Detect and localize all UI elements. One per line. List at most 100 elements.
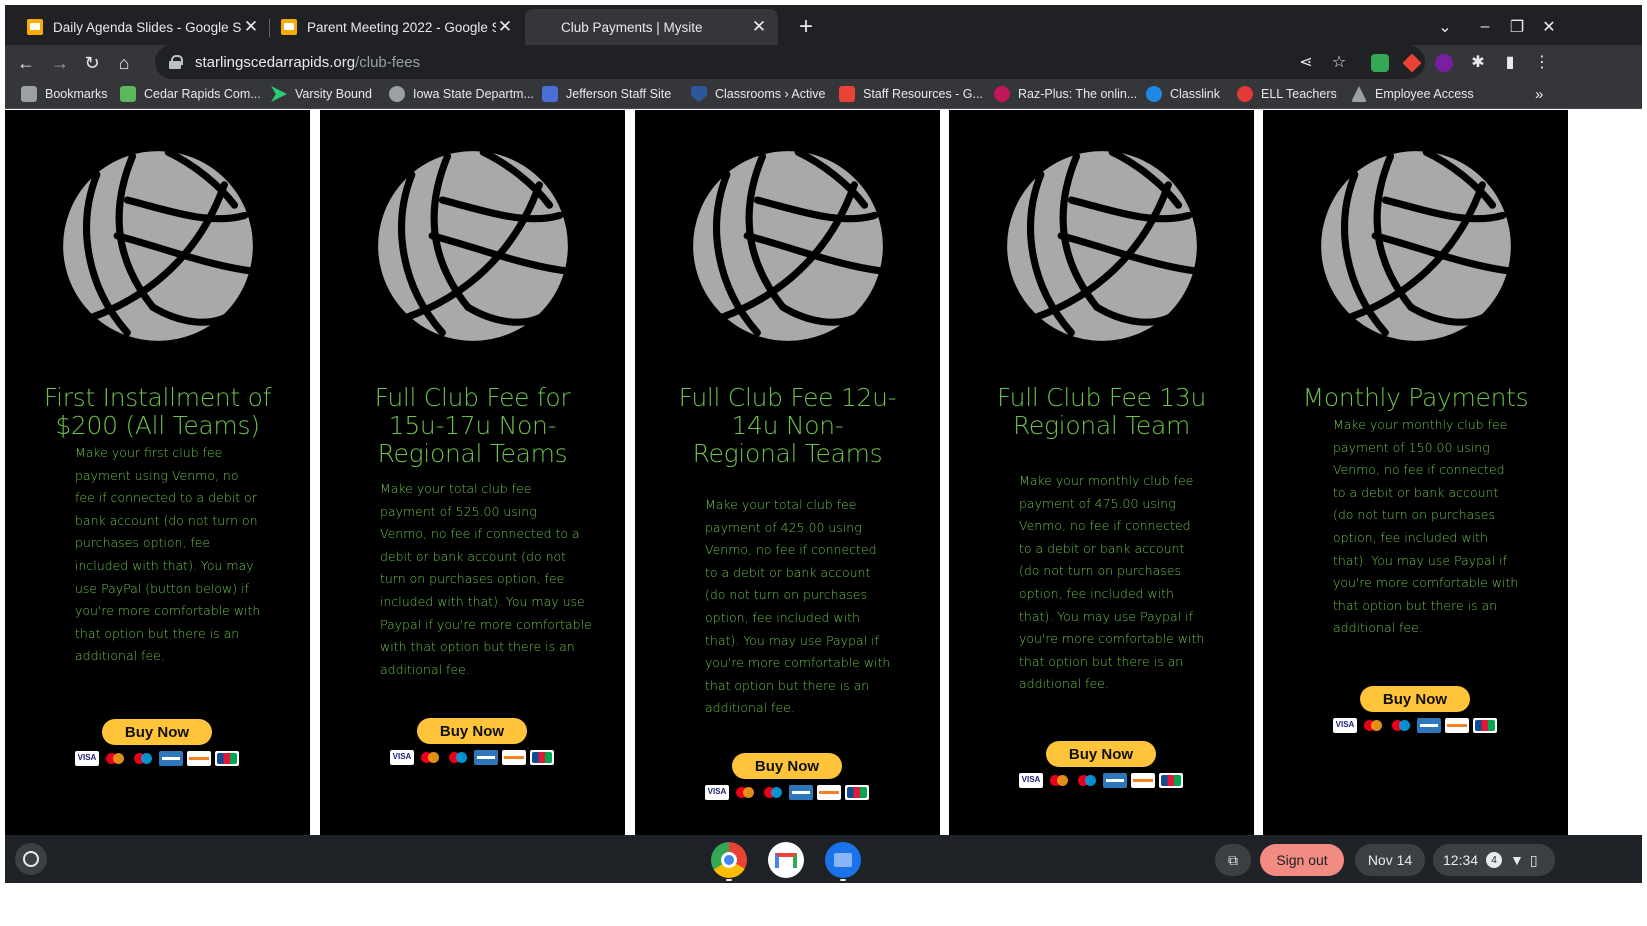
buy-now-button[interactable]: Buy Now	[1046, 741, 1156, 767]
mastercard-icon	[1361, 718, 1385, 733]
forward-icon[interactable]: →	[47, 50, 73, 76]
card-description-line: Venmo, no fee if connected	[1333, 462, 1505, 478]
buy-now-button[interactable]: Buy Now	[417, 718, 527, 744]
cedar-rapids-icon	[120, 86, 136, 102]
launcher-icon[interactable]	[15, 843, 47, 875]
fee-card: Full Club Fee for 15u-17u Non- Regional Te…	[320, 110, 625, 835]
more-bookmarks-icon[interactable]: »	[1535, 84, 1543, 104]
card-description-line: payment using Venmo, no	[75, 467, 239, 483]
extension-k-icon[interactable]	[1435, 54, 1453, 72]
bookmark-item[interactable]: Employee Access	[1351, 84, 1474, 104]
folder-icon	[21, 86, 37, 102]
card-description-line: payment of 425.00 using	[705, 519, 862, 535]
card-description-line: to a debit or bank account	[1019, 540, 1185, 556]
side-panel-icon[interactable]: ▮	[1499, 51, 1521, 73]
restore-icon[interactable]: ❐	[1502, 13, 1532, 41]
close-icon[interactable]: ✕	[242, 17, 260, 36]
card-title-line: Monthly Payments	[1302, 383, 1529, 412]
jcb-icon	[1159, 773, 1183, 788]
running-indicator	[840, 879, 846, 881]
status-tray[interactable]: 12:34 4 ▼ ▯	[1433, 844, 1555, 876]
card-description-line: additional fee.	[380, 661, 470, 677]
bookmark-item[interactable]: Cedar Rapids Com...	[120, 84, 261, 104]
bookmark-item[interactable]: Bookmarks	[21, 84, 108, 104]
card-description-line: Venmo, no fee if connected	[705, 542, 877, 558]
extensions-puzzle-icon[interactable]: ✱	[1467, 51, 1489, 73]
bookmark-item[interactable]: Iowa State Departm...	[389, 84, 534, 104]
bookmark-label: Staff Resources - G...	[863, 87, 983, 101]
tab-daily-agenda[interactable]: Daily Agenda Slides - Google Slides ✕	[17, 9, 270, 45]
amex-icon	[474, 750, 498, 765]
buy-now-button[interactable]: Buy Now	[732, 753, 842, 779]
card-description-line: that option but there is an	[705, 677, 870, 693]
card-description-line: that option but there is an	[1019, 653, 1184, 669]
visa-icon	[390, 750, 414, 765]
bookmark-item[interactable]: ELL Teachers	[1237, 84, 1337, 104]
running-indicator	[726, 879, 732, 881]
card-description-line: (do not turn on purchases	[705, 587, 867, 603]
chrome-icon[interactable]	[711, 842, 747, 878]
share-icon[interactable]: ⋖	[1295, 51, 1317, 73]
card-description-line: option, fee included with	[1333, 529, 1488, 545]
buy-now-button[interactable]: Buy Now	[102, 719, 212, 745]
card-title: Full Club Fee 12u- 14u Non- Regional Teams	[635, 384, 940, 468]
mastercard-icon	[733, 785, 757, 800]
tab-club-payments[interactable]: Club Payments | Mysite ✕	[525, 9, 778, 45]
sign-out-button[interactable]: Sign out	[1260, 844, 1344, 876]
bookmark-item[interactable]: Staff Resources - G...	[839, 84, 983, 104]
minimize-icon[interactable]: –	[1470, 13, 1500, 41]
tab-strip: Daily Agenda Slides - Google Slides ✕ Pa…	[5, 5, 1642, 45]
star-icon[interactable]: ☆	[1328, 51, 1350, 73]
card-description-line: additional fee.	[1019, 676, 1109, 692]
bookmark-label: Bookmarks	[45, 87, 108, 101]
tab-parent-meeting[interactable]: Parent Meeting 2022 - Google Slides ✕	[271, 9, 524, 45]
varsity-bound-icon	[271, 86, 287, 102]
tab-title: Club Payments | Mysite	[561, 19, 703, 35]
payment-methods	[1019, 773, 1183, 788]
card-description-line: you're more comfortable with	[75, 603, 261, 619]
card-description-line: you're more comfortable with	[1333, 575, 1519, 591]
close-icon[interactable]: ✕	[496, 17, 514, 36]
toolbar: ← → ↻ ⌂ starlingscedarrapids.org/club-fe…	[5, 45, 1642, 79]
url-path: /club-fees	[355, 53, 421, 71]
card-description-line: Make your total club fee	[705, 497, 857, 512]
lock-icon[interactable]	[169, 55, 183, 69]
back-icon[interactable]: ←	[13, 50, 39, 76]
card-description-line: to a debit or bank account	[1333, 484, 1499, 500]
card-title: Full Club Fee 13u Regional Team	[949, 384, 1254, 440]
card-title: First Installment of $200 (All Teams)	[5, 384, 310, 440]
gmail-icon[interactable]	[768, 842, 804, 878]
globe-icon	[389, 86, 405, 102]
card-title-line: Regional Teams	[377, 439, 568, 468]
discover-icon	[1445, 718, 1469, 733]
files-icon[interactable]	[825, 842, 861, 878]
card-description-line: included with that). You may	[75, 557, 254, 573]
chevron-down-icon[interactable]: ⌄	[1430, 13, 1460, 41]
menu-icon[interactable]: ⋮	[1531, 51, 1553, 73]
buy-now-button[interactable]: Buy Now	[1360, 686, 1470, 712]
new-tab-icon[interactable]: +	[793, 15, 819, 41]
card-description-line: included with that). You may use	[380, 593, 585, 609]
reload-icon[interactable]: ↻	[79, 50, 105, 76]
bookmark-item[interactable]: Raz-Plus: The onlin...	[994, 84, 1137, 104]
bookmark-item[interactable]: Classrooms › Active	[691, 84, 825, 104]
address-bar[interactable]: starlingscedarrapids.org/club-fees	[155, 45, 1425, 79]
extension-green-icon[interactable]	[1371, 54, 1389, 72]
payment-methods	[75, 751, 239, 766]
screen-capture-icon[interactable]: ⧉	[1215, 844, 1251, 876]
date-tray[interactable]: Nov 14	[1355, 844, 1425, 876]
card-title-line: 15u-17u Non-	[388, 411, 557, 440]
bookmark-label: ELL Teachers	[1261, 87, 1337, 101]
close-icon[interactable]: ✕	[750, 17, 768, 36]
bookmark-item[interactable]: Jefferson Staff Site	[542, 84, 671, 104]
bookmark-item[interactable]: Classlink	[1146, 84, 1220, 104]
maestro-icon	[761, 785, 785, 800]
os-shelf: ⧉ Sign out Nov 14 12:34 4 ▼ ▯	[5, 835, 1642, 883]
bookmark-item[interactable]: Varsity Bound	[271, 84, 372, 104]
payment-methods	[1333, 718, 1497, 733]
home-icon[interactable]: ⌂	[111, 50, 137, 76]
close-window-icon[interactable]: ✕	[1534, 13, 1564, 41]
card-description-line: payment of 150.00 using	[1333, 439, 1490, 455]
card-title-line: $200 (All Teams)	[55, 411, 260, 440]
discover-icon	[502, 750, 526, 765]
